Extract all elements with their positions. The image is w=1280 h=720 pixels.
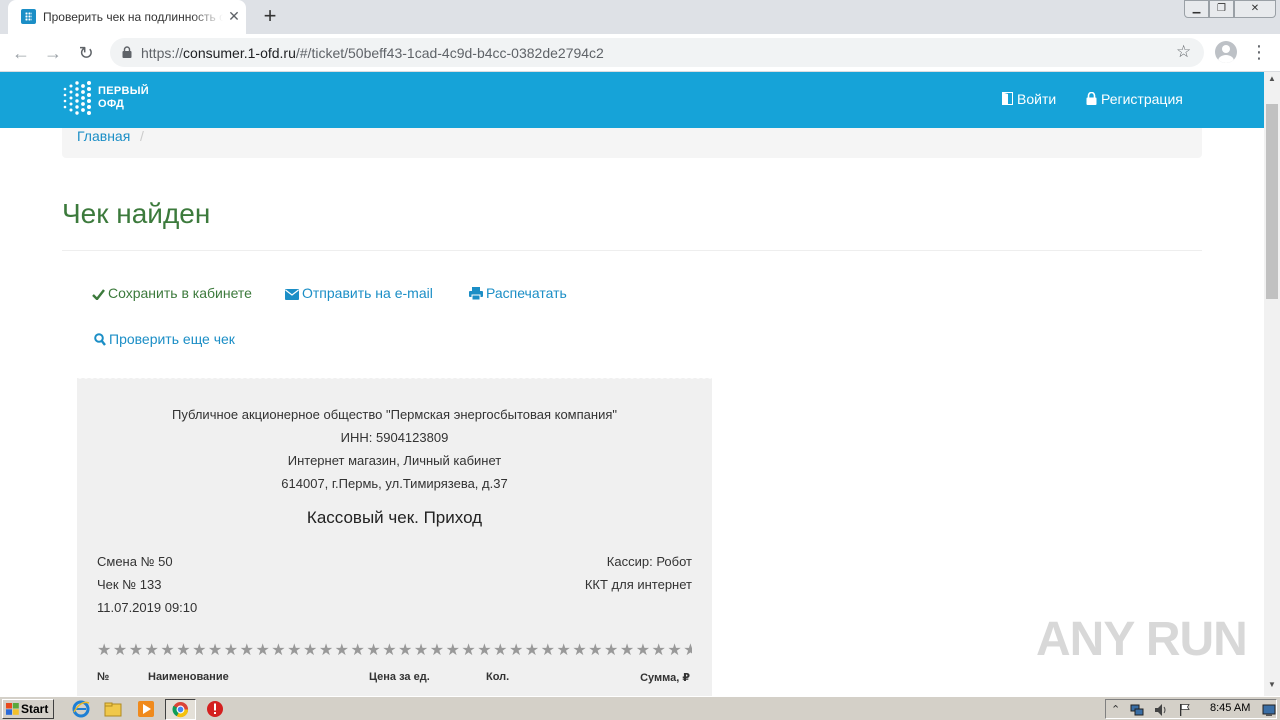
receipt-seller-name: Публичное акционерное общество "Пермская…: [172, 407, 617, 422]
search-icon: [94, 333, 106, 346]
register-link[interactable]: Регистрация: [1086, 91, 1183, 107]
browser-tab-active[interactable]: Проверить чек на подлинность онлайн ✕: [8, 0, 246, 34]
system-tray: ⌃ 8:45 AM: [1105, 699, 1277, 719]
window-minimize-button[interactable]: ▁: [1184, 0, 1209, 18]
window-close-button[interactable]: ✕: [1234, 0, 1276, 18]
scrollbar-thumb[interactable]: [1266, 104, 1278, 299]
bookmark-star-icon[interactable]: ☆: [1176, 42, 1191, 62]
receipt-shop: Интернет магазин, Личный кабинет: [287, 453, 502, 468]
windows-logo-icon: [6, 703, 19, 715]
taskbar-clock[interactable]: 8:45 AM: [1210, 702, 1250, 714]
receipt-type: Кассовый чек. Приход: [306, 508, 483, 527]
page-viewport: ПЕРВЫЙ ОФД Войти Регистрация Главная / Ч…: [0, 72, 1264, 696]
check-another-label: Проверить еще чек: [109, 331, 235, 347]
send-email-link[interactable]: Отправить на e-mail: [285, 285, 433, 301]
logo-text: ПЕРВЫЙ ОФД: [98, 85, 149, 111]
ofd-favicon-icon: [21, 9, 36, 24]
register-label: Регистрация: [1101, 91, 1183, 107]
receipt-column-qty: Кол.: [486, 671, 510, 683]
profile-avatar-icon[interactable]: [1215, 41, 1237, 63]
receipt: Публичное акционерное общество "Пермская…: [77, 376, 712, 696]
forward-button[interactable]: →: [41, 41, 65, 65]
file-explorer-icon[interactable]: [104, 700, 122, 718]
page-title: Чек найден: [62, 198, 211, 229]
email-label: Отправить на e-mail: [302, 285, 433, 301]
receipt-shift: Смена № 50: [97, 554, 173, 569]
stop-sign-icon[interactable]: [206, 700, 224, 718]
scroll-down-arrow-icon[interactable]: ▼: [1268, 680, 1276, 689]
receipt-column-sum: Сумма, ₽: [640, 672, 690, 684]
receipt-torn-edge: [77, 376, 712, 382]
receipt-star-separator: ★★★★★★★★★★★★★★★★★★★★★★★★★★★★★★★★★★★★★★★★…: [97, 642, 692, 659]
receipt-check-number: Чек № 133: [97, 577, 162, 592]
lock-icon: [1086, 92, 1097, 105]
media-player-icon[interactable]: [137, 700, 155, 718]
receipt-kkt: ККТ для интернет: [584, 577, 692, 592]
breadcrumb-home-link[interactable]: Главная: [77, 128, 130, 144]
checkmark-icon: [92, 289, 105, 300]
chrome-taskbar-button[interactable]: [165, 699, 196, 720]
tab-close-icon[interactable]: ✕: [226, 8, 242, 24]
tab-title: Проверить чек на подлинность онлайн: [43, 10, 223, 24]
url-host: consumer.1-ofd.ru: [183, 45, 296, 61]
url-scheme: https://: [141, 45, 184, 61]
save-label: Сохранить в кабинете: [108, 285, 252, 301]
page-scrollbar[interactable]: ▲ ▼: [1264, 72, 1280, 696]
volume-icon[interactable]: [1154, 703, 1168, 717]
tray-expand-icon[interactable]: ⌃: [1111, 703, 1125, 717]
print-label: Распечатать: [486, 285, 567, 301]
check-another-link[interactable]: Проверить еще чек: [94, 331, 235, 347]
browser-tab-strip: Проверить чек на подлинность онлайн ✕ + …: [0, 0, 1280, 34]
browser-toolbar: ← → ↻ https://consumer.1-ofd.ru/#/ticket…: [0, 34, 1280, 72]
title-divider: [62, 250, 1202, 251]
start-label: Start: [21, 702, 49, 716]
site-header: ПЕРВЫЙ ОФД Войти Регистрация: [0, 72, 1264, 128]
lock-icon: [122, 46, 132, 58]
receipt-column-price: Цена за ед.: [369, 671, 430, 683]
network-icon[interactable]: [1130, 703, 1144, 717]
printer-icon: [469, 287, 483, 300]
url-path: /#/ticket/50beff43-1cad-4c9d-b4cc-0382de…: [295, 45, 604, 61]
show-desktop-icon[interactable]: [1262, 703, 1276, 717]
save-to-cabinet-link[interactable]: Сохранить в кабинете: [92, 285, 252, 301]
url-text[interactable]: https://consumer.1-ofd.ru/#/ticket/50bef…: [141, 45, 604, 61]
reload-button[interactable]: ↻: [74, 41, 98, 65]
login-link[interactable]: Войти: [1002, 91, 1056, 107]
logo-dots-icon: [63, 81, 91, 115]
new-tab-button[interactable]: +: [259, 5, 281, 27]
envelope-icon: [285, 289, 299, 300]
breadcrumb-separator: /: [140, 128, 144, 144]
scroll-up-arrow-icon[interactable]: ▲: [1268, 74, 1276, 83]
receipt-cashier: Кассир: Робот: [606, 554, 692, 569]
receipt-address: 614007, г.Пермь, ул.Тимирязева, д.37: [281, 476, 508, 491]
ofd-logo[interactable]: ПЕРВЫЙ ОФД: [62, 80, 182, 116]
logo-line-1: ПЕРВЫЙ: [98, 85, 149, 97]
receipt-column-name: Наименование: [148, 671, 229, 683]
breadcrumb: Главная /: [62, 128, 1202, 158]
watermark-text: ANY RUN: [1036, 613, 1248, 666]
receipt-column-no: №: [97, 671, 110, 683]
windows-taskbar: Start ⌃ 8:45 AM: [0, 696, 1280, 720]
internet-explorer-icon[interactable]: [72, 700, 90, 718]
chrome-icon: [172, 701, 189, 718]
browser-menu-icon[interactable]: ⋮: [1250, 42, 1268, 62]
address-bar[interactable]: https://consumer.1-ofd.ru/#/ticket/50bef…: [110, 38, 1204, 67]
action-center-flag-icon[interactable]: [1178, 703, 1192, 717]
anyrun-watermark: ANY RUN: [1036, 608, 1248, 674]
logo-line-2: ОФД: [98, 98, 125, 110]
receipt-datetime: 11.07.2019 09:10: [97, 600, 198, 615]
back-button[interactable]: ←: [9, 41, 33, 65]
window-maximize-button[interactable]: ❐: [1209, 0, 1234, 18]
print-link[interactable]: Распечатать: [469, 285, 567, 301]
start-button[interactable]: Start: [2, 699, 54, 719]
receipt-inn: ИНН: 5904123809: [340, 430, 449, 445]
door-icon: [1002, 92, 1013, 105]
login-label: Войти: [1017, 91, 1057, 107]
